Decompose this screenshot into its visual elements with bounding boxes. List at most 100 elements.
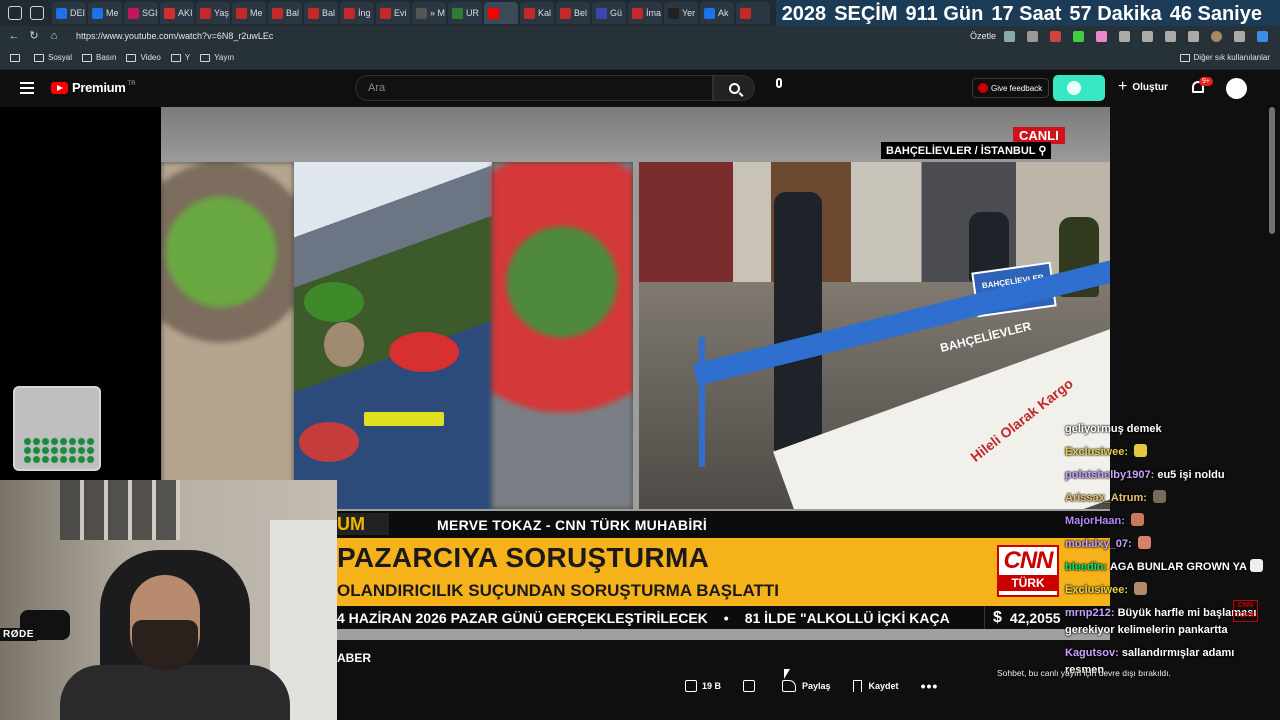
youtube-premium-logo[interactable]: Premium TR — [51, 80, 136, 95]
copilot-icon[interactable] — [1257, 30, 1268, 42]
pin-icon: ⚲ — [1038, 145, 1047, 157]
home-icon[interactable]: ⌂ — [48, 30, 60, 42]
extension-icon[interactable] — [1050, 30, 1061, 42]
search-icon — [728, 82, 740, 94]
video-actions: 19 B Paylaş Kaydet ••• — [685, 678, 938, 694]
bookmark-folder-yayin[interactable]: Yayın — [200, 53, 234, 62]
chat-username[interactable]: Exclusiwee: — [1065, 584, 1128, 596]
collections-icon[interactable] — [1188, 30, 1199, 42]
chat-message: Exclusiwee: — [1065, 441, 1275, 464]
voice-search-button[interactable] — [771, 78, 787, 98]
tab-favicon-icon — [560, 7, 571, 19]
browser-tab[interactable]: AKI — [160, 2, 194, 24]
market-footage — [161, 162, 633, 509]
tab-favicon-icon — [308, 7, 319, 19]
mouse-cursor-icon — [784, 669, 790, 679]
ticker-separator: • — [723, 609, 729, 626]
browser-tab[interactable]: Yaş — [196, 2, 230, 24]
chat-username[interactable]: Exclusiwee: — [1065, 446, 1128, 458]
jar-overlay — [13, 386, 101, 471]
browser-tab[interactable]: Bal — [268, 2, 302, 24]
reporter-name: MERVE TOKAZ - CNN TÜRK MUHABİRİ — [437, 517, 708, 533]
account-avatar[interactable] — [1226, 78, 1247, 99]
menu-icon[interactable] — [20, 82, 34, 94]
browser-tab[interactable]: » M — [412, 2, 446, 24]
chat-username[interactable]: Arissax_Atrum: — [1065, 492, 1147, 504]
tab-label: Yer — [682, 8, 696, 18]
chat-username[interactable]: MajorHaan: — [1065, 515, 1125, 527]
tab-label: İma — [646, 8, 662, 18]
browser-tab[interactable]: Bal — [304, 2, 338, 24]
other-bookmarks[interactable]: Diğer sık kullanılanlar — [1179, 53, 1270, 62]
more-menu-icon[interactable] — [1234, 30, 1245, 42]
url-field[interactable]: https://www.youtube.com/watch?v=6N8_r2uw… — [76, 31, 970, 41]
chat-username[interactable]: Kagutsov: — [1065, 647, 1119, 659]
chat-overlay: geliyormuş demek Exclusiwee: polatshelby1… — [1065, 418, 1275, 682]
chat-username[interactable]: bleedin: — [1065, 561, 1107, 573]
extension-icon[interactable] — [1096, 30, 1107, 42]
browser-tab[interactable]: Me — [88, 2, 122, 24]
plus-icon: + — [1118, 78, 1128, 95]
thumbs-up-icon — [685, 680, 697, 692]
favorites-icon[interactable] — [1165, 30, 1176, 42]
tab-actions-icon[interactable] — [30, 6, 44, 20]
chat-username[interactable]: polatshelby1907: — [1065, 469, 1154, 481]
news-headline: PAZARCIYA SORUŞTURMA — [337, 542, 710, 573]
bookmark-import-icon[interactable] — [10, 53, 24, 62]
share-button[interactable]: Paylaş — [782, 680, 831, 692]
bookmark-folder-sosyal[interactable]: Sosyal — [34, 53, 72, 62]
browser-tab[interactable]: DEI — [52, 2, 86, 24]
browser-tab[interactable]: Kal — [520, 2, 554, 24]
save-button[interactable]: Kaydet — [852, 680, 899, 692]
tab-label: » M — [430, 8, 446, 18]
bookmark-folder-y[interactable]: Y — [170, 53, 190, 62]
extension-icon[interactable] — [1004, 30, 1015, 42]
search-button[interactable] — [713, 75, 755, 101]
tab-label: UR — [466, 8, 479, 18]
emote-icon — [1249, 559, 1263, 572]
dislike-button[interactable] — [743, 680, 760, 692]
browser-tab[interactable]: UR — [448, 2, 482, 24]
folder-icon — [1179, 53, 1190, 62]
bookmark-folder-basin[interactable]: Basın — [82, 53, 116, 62]
browser-tab[interactable] — [484, 2, 518, 24]
cnn-turk-watermark: CNN TÜRK — [1233, 600, 1258, 622]
browser-tab[interactable]: SGI — [124, 2, 158, 24]
browser-tab[interactable]: İma — [628, 2, 662, 24]
chat-username[interactable]: mrnp212: — [1065, 607, 1115, 619]
refresh-icon[interactable]: ↻ — [28, 30, 40, 42]
chat-username[interactable]: modalxy_07: — [1065, 538, 1132, 550]
browser-tab[interactable] — [736, 2, 770, 24]
extension-icon[interactable] — [1073, 30, 1084, 42]
bookmark-folder-video[interactable]: Video — [126, 53, 161, 62]
create-button[interactable]: + Oluştur — [1118, 78, 1168, 95]
split-screen-icon[interactable] — [1142, 30, 1153, 42]
other-bookmarks-label: Diğer sık kullanılanlar — [1193, 53, 1270, 62]
give-feedback-button[interactable]: Give feedback — [972, 78, 1050, 98]
logo-text: Premium — [72, 80, 126, 95]
tab-favicon-icon — [596, 7, 607, 19]
browser-tab[interactable]: Ak — [700, 2, 734, 24]
page-scrollbar[interactable] — [1269, 107, 1275, 234]
search-input[interactable] — [355, 75, 713, 101]
more-actions-button[interactable]: ••• — [921, 678, 939, 694]
extensions-icon[interactable] — [1119, 30, 1130, 42]
workspaces-icon[interactable] — [8, 6, 22, 20]
browser-tab[interactable]: Evi — [376, 2, 410, 24]
profile-avatar[interactable] — [1211, 30, 1222, 42]
summarize-button[interactable]: Özetle — [970, 31, 996, 41]
extension-toggle[interactable] — [1053, 75, 1105, 101]
tab-label: Yaş — [214, 8, 229, 18]
tab-label: Bel — [574, 8, 588, 18]
back-icon[interactable]: ← — [8, 30, 20, 42]
browser-tab[interactable]: Yer — [664, 2, 698, 24]
browser-tab[interactable]: Bel — [556, 2, 590, 24]
browser-tab[interactable]: Gü — [592, 2, 626, 24]
favorite-star-icon[interactable] — [1027, 30, 1038, 42]
browser-tab[interactable]: Me — [232, 2, 266, 24]
headline-box: PAZARCIYA SORUŞTURMA OLANDIRICILIK SUÇUN… — [337, 538, 1110, 606]
chat-message: polatshelby1907: eu5 işi noldu — [1065, 464, 1275, 487]
chat-message: geliyormuş demek — [1065, 418, 1275, 441]
like-button[interactable]: 19 B — [685, 680, 721, 692]
browser-tab[interactable]: İng — [340, 2, 374, 24]
